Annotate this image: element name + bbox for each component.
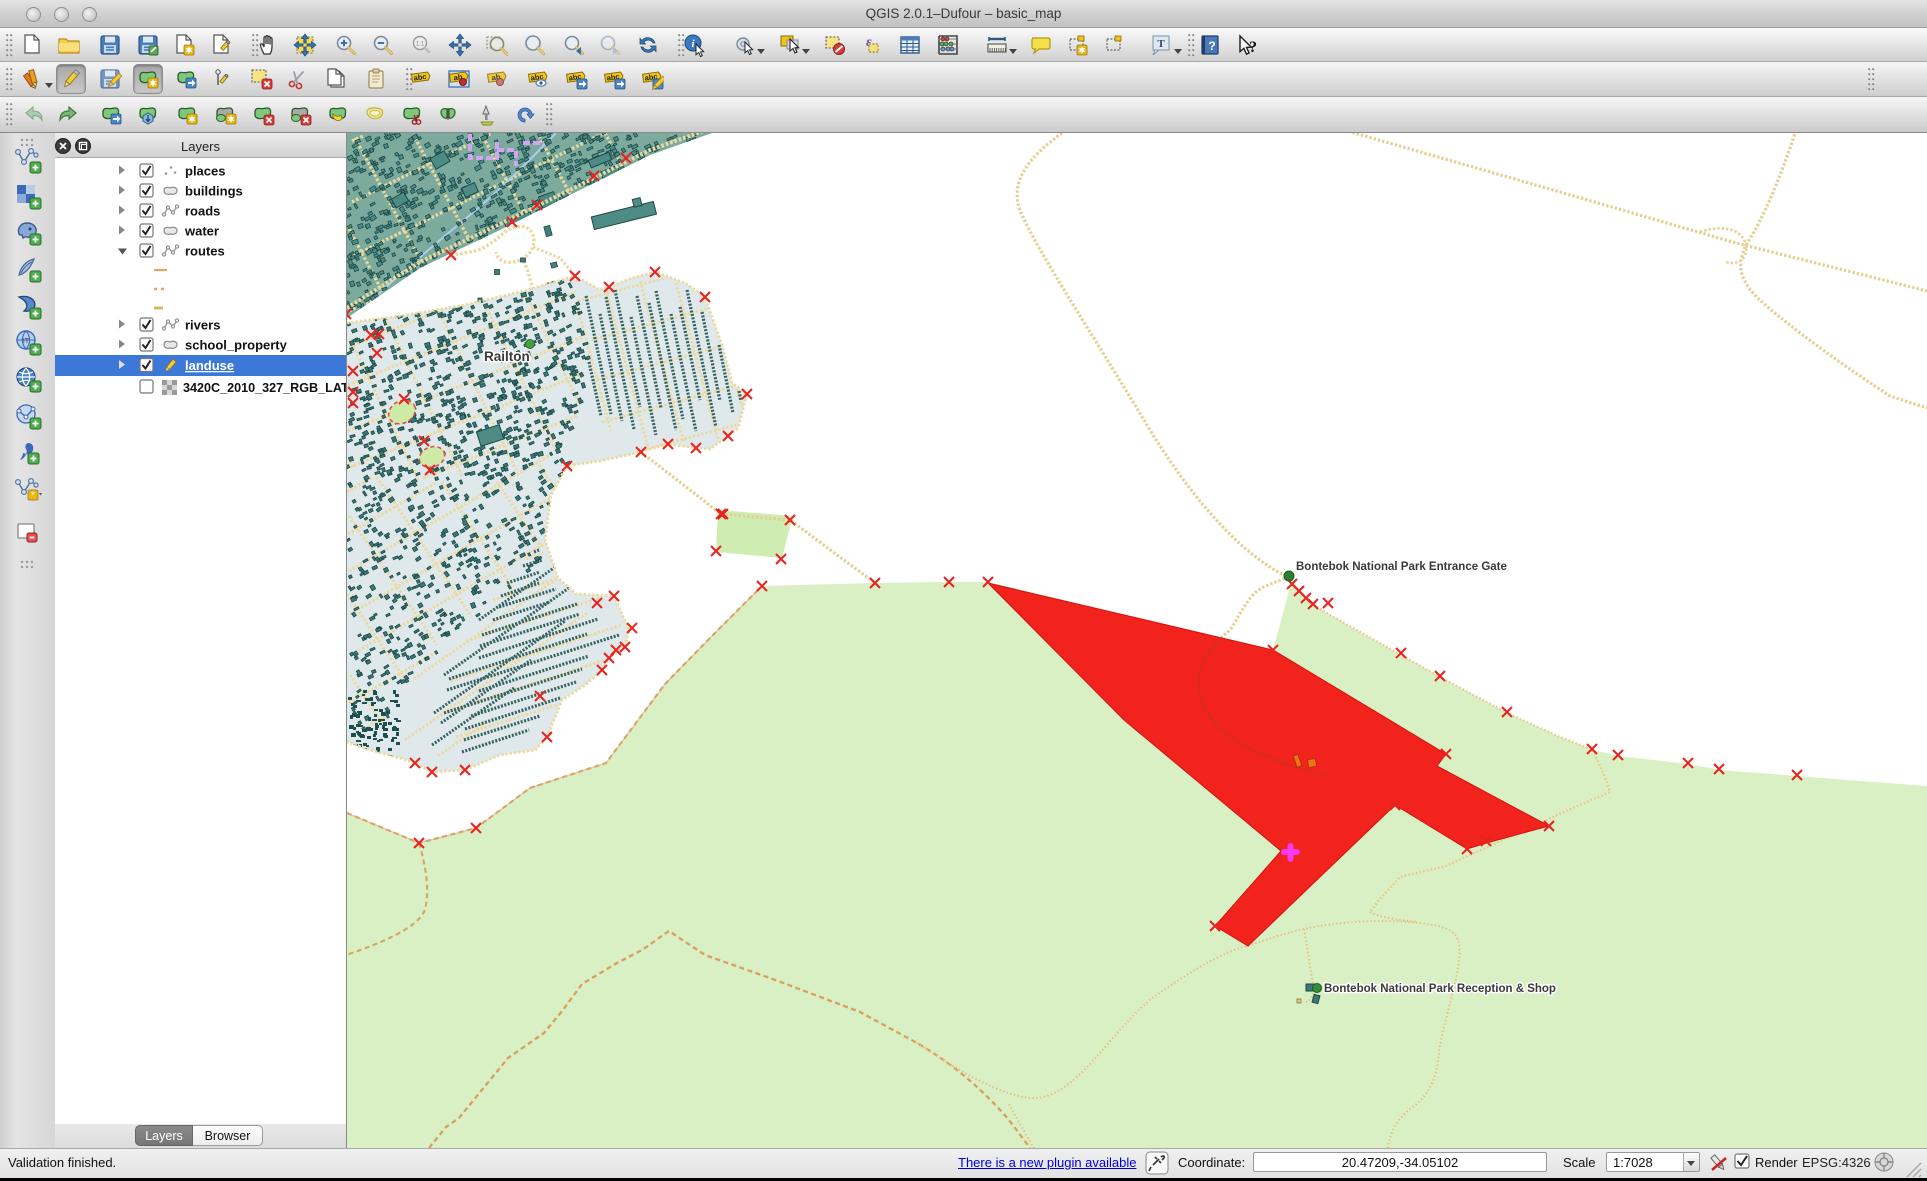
svg-text:water: water	[184, 224, 219, 239]
svg-text:*: *	[31, 490, 35, 500]
svg-text:roads: roads	[185, 204, 220, 219]
svg-text:rivers: rivers	[185, 318, 220, 333]
svg-text:school_property: school_property	[185, 338, 288, 353]
svg-text:IT: IT	[23, 338, 30, 345]
svg-text:places: places	[185, 164, 225, 179]
svg-text:Bontebok National Park Recepti: Bontebok National Park Reception & Shop	[1324, 983, 1556, 995]
svg-text:Railton: Railton	[484, 349, 530, 364]
svg-text:3420C_2010_327_RGB_LATLNG: 3420C_2010_327_RGB_LATLNG	[183, 381, 346, 395]
svg-text:?: ?	[1208, 39, 1215, 53]
svg-text:Bontebok National Park Entranc: Bontebok National Park Entrance Gate	[1296, 561, 1507, 573]
svg-text:routes: routes	[185, 244, 225, 259]
svg-text:?: ?	[1249, 39, 1257, 56]
svg-text:T: T	[1157, 38, 1165, 50]
svg-text:landuse: landuse	[185, 358, 234, 373]
svg-text:1:1: 1:1	[416, 42, 425, 48]
svg-text:abc: abc	[413, 72, 427, 83]
svg-text:buildings: buildings	[185, 184, 243, 199]
